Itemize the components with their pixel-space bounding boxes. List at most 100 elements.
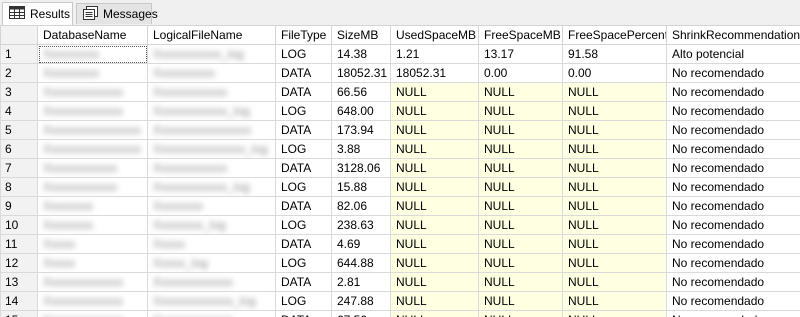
cell-logicalfilename[interactable]: Xxxxxxxx <box>147 196 276 216</box>
table-row[interactable]: 13 Xxxxxxxxxxxxx Xxxxxxxxxxxxx DATA 2.81 NULL… <box>0 272 800 292</box>
cell-freespacepercent[interactable]: NULL <box>562 234 667 254</box>
cell-logicalfilename[interactable]: Xxxxx <box>147 234 276 254</box>
cell-filetype[interactable]: DATA <box>275 82 332 102</box>
header-freespacemb[interactable]: FreeSpaceMB <box>478 25 563 45</box>
cell-shrinkrecommendation[interactable]: No recomendado <box>666 139 800 159</box>
cell-freespacepercent[interactable]: 91.58 <box>562 44 667 64</box>
cell-usedspacemb[interactable]: NULL <box>390 253 479 273</box>
header-filetype[interactable]: FileType <box>275 25 332 45</box>
cell-sizemb[interactable]: 82.06 <box>331 196 391 216</box>
cell-databasename[interactable]: Xxxxxxxxxxxxx <box>37 291 148 311</box>
cell-databasename[interactable]: Xxxxxxxx <box>37 196 148 216</box>
cell-logicalfilename[interactable]: Xxxxxxxxxxxxxxx_log <box>147 139 276 159</box>
cell-logicalfilename[interactable]: Xxxxxxxxxxxxx_log <box>147 291 276 311</box>
cell-filetype[interactable]: LOG <box>275 44 332 64</box>
cell-filetype[interactable]: DATA <box>275 158 332 178</box>
row-number[interactable]: 11 <box>0 234 38 254</box>
cell-freespacepercent[interactable]: NULL <box>562 120 667 140</box>
cell-shrinkrecommendation[interactable]: No recomendado <box>666 158 800 178</box>
cell-logicalfilename[interactable]: Xxxxxxxx_log <box>147 215 276 235</box>
cell-usedspacemb[interactable]: NULL <box>390 139 479 159</box>
cell-databasename[interactable]: Xxxxxxxxxxxxx <box>37 101 148 121</box>
cell-filetype[interactable]: LOG <box>275 215 332 235</box>
row-number[interactable]: 3 <box>0 82 38 102</box>
row-number[interactable]: 5 <box>0 120 38 140</box>
header-usedspacemb[interactable]: UsedSpaceMB <box>390 25 479 45</box>
cell-freespacepercent[interactable]: NULL <box>562 101 667 121</box>
cell-sizemb[interactable]: 247.88 <box>331 291 391 311</box>
cell-logicalfilename[interactable]: Xxxxx_log <box>147 253 276 273</box>
cell-logicalfilename[interactable]: Xxxxxxxxxxxx_log <box>147 101 276 121</box>
cell-shrinkrecommendation[interactable]: No recomendado <box>666 63 800 83</box>
cell-freespacepercent[interactable]: NULL <box>562 272 667 292</box>
cell-usedspacemb[interactable]: 1.21 <box>390 44 479 64</box>
table-row[interactable]: 10 Xxxxxxxx Xxxxxxxx_log LOG 238.63 NULL NULL N… <box>0 215 800 235</box>
cell-sizemb[interactable]: 238.63 <box>331 215 391 235</box>
cell-shrinkrecommendation[interactable]: Alto potencial <box>666 44 800 64</box>
cell-usedspacemb[interactable]: NULL <box>390 120 479 140</box>
cell-freespacemb[interactable]: NULL <box>478 139 563 159</box>
cell-databasename[interactable]: Xxxxxxxxxxxxx <box>37 82 148 102</box>
header-sizemb[interactable]: SizeMB <box>331 25 391 45</box>
cell-logicalfilename[interactable]: Xxxxxxxxxxxx <box>147 158 276 178</box>
cell-usedspacemb[interactable]: NULL <box>390 215 479 235</box>
cell-logicalfilename[interactable]: Xxxxxxxxxx <box>147 63 276 83</box>
cell-sizemb[interactable]: 3128.06 <box>331 158 391 178</box>
cell-sizemb[interactable]: 644.88 <box>331 253 391 273</box>
cell-logicalfilename[interactable]: Xxxxxxxxxxx_log <box>147 44 276 64</box>
header-row-number[interactable] <box>0 25 38 45</box>
cell-logicalfilename[interactable]: Xxxxxxxxxxxxx <box>147 272 276 292</box>
cell-sizemb[interactable]: 648.00 <box>331 101 391 121</box>
cell-filetype[interactable]: LOG <box>275 253 332 273</box>
cell-freespacemb[interactable]: NULL <box>478 82 563 102</box>
cell-freespacemb[interactable]: NULL <box>478 177 563 197</box>
cell-sizemb[interactable]: 66.56 <box>331 82 391 102</box>
table-row[interactable]: 14 Xxxxxxxxxxxxx Xxxxxxxxxxxxx_log LOG 247.8… <box>0 291 800 311</box>
cell-usedspacemb[interactable]: NULL <box>390 272 479 292</box>
header-shrinkrecommendation[interactable]: ShrinkRecommendation <box>666 25 800 45</box>
row-number[interactable]: 9 <box>0 196 38 216</box>
table-row[interactable]: 7 Xxxxxxxxxxxx Xxxxxxxxxxxx DATA 3128.06 NULL… <box>0 158 800 178</box>
table-row[interactable]: 3 Xxxxxxxxxxxxx Xxxxxxxxxxxx DATA 66.56 NULL N… <box>0 82 800 102</box>
cell-freespacemb[interactable]: NULL <box>478 272 563 292</box>
table-row[interactable]: 11 Xxxxx Xxxxx DATA 4.69 NULL NULL NULL No recom… <box>0 234 800 254</box>
cell-shrinkrecommendation[interactable]: No recomendado <box>666 82 800 102</box>
cell-shrinkrecommendation[interactable]: No recomendado <box>666 253 800 273</box>
cell-filetype[interactable]: DATA <box>275 63 332 83</box>
cell-filetype[interactable]: DATA <box>275 272 332 292</box>
results-grid[interactable]: DatabaseName LogicalFileName FileType Si… <box>0 25 800 317</box>
tab-results[interactable]: Results <box>2 2 73 25</box>
cell-freespacemb[interactable]: NULL <box>478 158 563 178</box>
cell-shrinkrecommendation[interactable]: No recomendado <box>666 234 800 254</box>
table-row[interactable]: 5 Xxxxxxxxxxxxxxxx Xxxxxxxxxxxxxxxx DATA 173… <box>0 120 800 140</box>
table-row[interactable]: 12 Xxxxx Xxxxx_log LOG 644.88 NULL NULL NULL No … <box>0 253 800 273</box>
cell-freespacemb[interactable]: NULL <box>478 310 563 317</box>
cell-shrinkrecommendation[interactable]: No recomendado <box>666 196 800 216</box>
cell-freespacepercent[interactable]: NULL <box>562 310 667 317</box>
cell-shrinkrecommendation[interactable]: No recomendado <box>666 272 800 292</box>
cell-usedspacemb[interactable]: NULL <box>390 158 479 178</box>
cell-databasename[interactable]: Xxxxx <box>37 253 148 273</box>
row-number[interactable]: 10 <box>0 215 38 235</box>
cell-usedspacemb[interactable]: 18052.31 <box>390 63 479 83</box>
cell-filetype[interactable]: DATA <box>275 120 332 140</box>
cell-databasename[interactable]: Xxxxxxxxx <box>37 44 148 64</box>
header-freespacepercent[interactable]: FreeSpacePercent <box>562 25 667 45</box>
header-databasename[interactable]: DatabaseName <box>37 25 148 45</box>
row-number[interactable]: 2 <box>0 63 38 83</box>
cell-sizemb[interactable]: 3.88 <box>331 139 391 159</box>
cell-filetype[interactable]: DATA <box>275 310 332 317</box>
cell-filetype[interactable]: LOG <box>275 139 332 159</box>
row-number[interactable]: 15 <box>0 310 38 317</box>
cell-freespacepercent[interactable]: 0.00 <box>562 63 667 83</box>
cell-databasename[interactable]: Xxxxxxxx <box>37 215 148 235</box>
cell-usedspacemb[interactable]: NULL <box>390 310 479 317</box>
cell-freespacemb[interactable]: NULL <box>478 196 563 216</box>
cell-freespacemb[interactable]: NULL <box>478 253 563 273</box>
cell-shrinkrecommendation[interactable]: No recomendado <box>666 291 800 311</box>
table-row[interactable]: 9 Xxxxxxxx Xxxxxxxx DATA 82.06 NULL NULL NULL No… <box>0 196 800 216</box>
table-row[interactable]: 1 Xxxxxxxxx Xxxxxxxxxxx_log LOG 14.38 1.21 13.… <box>0 44 800 64</box>
cell-sizemb[interactable]: 18052.31 <box>331 63 391 83</box>
cell-freespacepercent[interactable]: NULL <box>562 139 667 159</box>
cell-databasename[interactable]: Xxxxx <box>37 234 148 254</box>
